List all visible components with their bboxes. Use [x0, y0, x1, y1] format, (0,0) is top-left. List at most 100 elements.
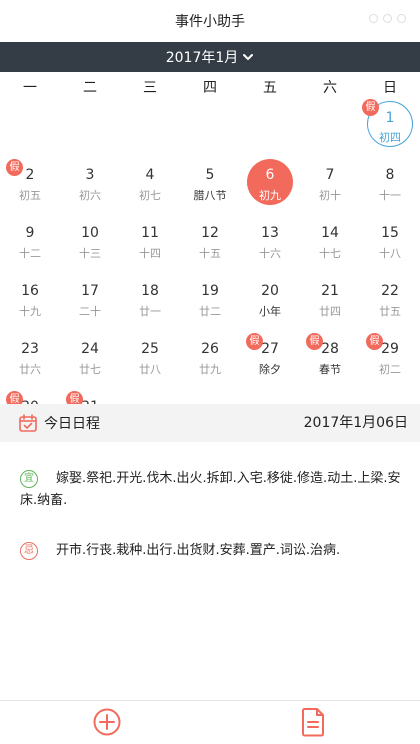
calendar-day-1[interactable]: 1 初四假 — [360, 99, 420, 159]
lunar-date: 除夕 — [259, 363, 281, 376]
calendar-day-29[interactable]: 29 初二假 — [360, 333, 420, 391]
calendar-week-row: 9 十二 10 十三 11 十四 12 十五 13 十六 14 十七 15 十八 — [0, 217, 420, 275]
day-number: 21 — [321, 283, 339, 299]
calendar-week-row: 2 初五假 3 初六 4 初七 5 腊八节 6 初九 7 初十 8 十一 — [0, 159, 420, 217]
weekday-label: 五 — [263, 80, 277, 96]
calendar-check-icon — [19, 414, 37, 432]
lunar-date: 廿九 — [199, 363, 221, 376]
lunar-date: 廿八 — [139, 363, 161, 376]
calendar-empty-cell — [180, 101, 240, 159]
calendar-day-15[interactable]: 15 十八 — [360, 217, 420, 275]
month-selector[interactable]: 2017年1月 — [0, 42, 420, 72]
calendar-day-10[interactable]: 10 十三 — [60, 217, 120, 275]
ji-badge: 忌 — [20, 542, 38, 560]
title-bar: 事件小助手 — [0, 0, 420, 42]
yi-badge: 宜 — [20, 470, 38, 488]
more-menu-icon[interactable] — [369, 14, 406, 23]
calendar-day-22[interactable]: 22 廿五 — [360, 275, 420, 333]
day-number: 24 — [81, 341, 99, 357]
schedule-label: 今日日程 — [44, 416, 100, 432]
weekday-label: 六 — [323, 80, 337, 96]
calendar-day-4[interactable]: 4 初七 — [120, 159, 180, 217]
calendar-day-13[interactable]: 13 十六 — [240, 217, 300, 275]
almanac-ji-row: 忌 开市.行丧.栽种.出行.出货财.安葬.置产.词讼.治病. — [20, 540, 408, 562]
calendar-day-11[interactable]: 11 十四 — [120, 217, 180, 275]
day-number: 25 — [141, 341, 159, 357]
weekday-header: 一 二 三 四 五 六 日 — [0, 72, 420, 104]
plus-circle-icon[interactable] — [92, 707, 122, 737]
lunar-date: 初九 — [259, 189, 281, 202]
day-number: 12 — [201, 225, 219, 241]
lunar-date: 廿一 — [139, 305, 161, 318]
almanac-yi-row: 宜 嫁娶.祭祀.开光.伐木.出火.拆卸.入宅.移徙.修造.动土.上梁.安床.纳畜… — [20, 468, 408, 512]
calendar-day-2[interactable]: 2 初五假 — [0, 159, 60, 217]
lunar-date: 廿五 — [379, 305, 401, 318]
calendar-day-20[interactable]: 20 小年 — [240, 275, 300, 333]
calendar-day-3[interactable]: 3 初六 — [60, 159, 120, 217]
month-label: 2017年1月 — [165, 50, 239, 66]
lunar-date: 初十 — [319, 189, 341, 202]
day-number: 26 — [201, 341, 219, 357]
lunar-date: 初七 — [139, 189, 161, 202]
calendar-empty-cell — [300, 101, 360, 159]
calendar-day-18[interactable]: 18 廿一 — [120, 275, 180, 333]
calendar-empty-cell — [120, 101, 180, 159]
weekday-label: 二 — [83, 80, 97, 96]
lunar-date: 十七 — [319, 247, 341, 260]
bottom-toolbar — [0, 700, 420, 744]
lunar-date: 十九 — [19, 305, 41, 318]
calendar-day-19[interactable]: 19 廿二 — [180, 275, 240, 333]
day-number: 13 — [261, 225, 279, 241]
calendar-week-row: 16 十九 17 二十 18 廿一 19 廿二 20 小年 21 廿四 22 廿五 — [0, 275, 420, 333]
lunar-date: 十五 — [199, 247, 221, 260]
ji-text: 开市.行丧.栽种.出行.出货财.安葬.置产.词讼.治病. — [56, 543, 341, 558]
day-number: 20 — [261, 283, 279, 299]
calendar-week-row: 1 初四假 — [0, 99, 420, 159]
lunar-date: 腊八节 — [193, 189, 227, 202]
calendar-day-23[interactable]: 23 廿六 — [0, 333, 60, 391]
chevron-down-icon — [243, 54, 254, 60]
holiday-badge: 假 — [306, 333, 323, 350]
lunar-date: 二十 — [79, 305, 101, 318]
day-number: 9 — [25, 225, 35, 241]
yi-text: 嫁娶.祭祀.开光.伐木.出火.拆卸.入宅.移徙.修造.动土.上梁.安床.纳畜. — [20, 471, 401, 508]
calendar-day-8[interactable]: 8 十一 — [360, 159, 420, 217]
calendar-day-24[interactable]: 24 廿七 — [60, 333, 120, 391]
lunar-date: 初四 — [379, 131, 401, 144]
day-number: 11 — [141, 225, 159, 241]
calendar-day-26[interactable]: 26 廿九 — [180, 333, 240, 391]
calendar-day-5[interactable]: 5 腊八节 — [180, 159, 240, 217]
lunar-date: 初六 — [79, 189, 101, 202]
calendar-day-9[interactable]: 9 十二 — [0, 217, 60, 275]
lunar-date: 十一 — [379, 189, 401, 202]
lunar-date: 十二 — [19, 247, 41, 260]
document-icon[interactable] — [299, 707, 327, 737]
day-number: 18 — [141, 283, 159, 299]
weekday-label: 一 — [23, 80, 37, 96]
calendar-day-28[interactable]: 28 春节假 — [300, 333, 360, 391]
calendar-day-7[interactable]: 7 初十 — [300, 159, 360, 217]
almanac-section: 宜 嫁娶.祭祀.开光.伐木.出火.拆卸.入宅.移徙.修造.动土.上梁.安床.纳畜… — [0, 468, 420, 590]
lunar-date: 小年 — [259, 305, 281, 318]
calendar-day-16[interactable]: 16 十九 — [0, 275, 60, 333]
calendar-day-14[interactable]: 14 十七 — [300, 217, 360, 275]
calendar-day-27[interactable]: 27 除夕假 — [240, 333, 300, 391]
calendar-day-25[interactable]: 25 廿八 — [120, 333, 180, 391]
calendar-day-21[interactable]: 21 廿四 — [300, 275, 360, 333]
day-number: 22 — [381, 283, 399, 299]
holiday-badge: 假 — [362, 99, 379, 116]
calendar-day-17[interactable]: 17 二十 — [60, 275, 120, 333]
holiday-badge: 假 — [366, 333, 383, 350]
day-number: 17 — [81, 283, 99, 299]
calendar-day-6[interactable]: 6 初九 — [240, 159, 300, 217]
lunar-date: 初二 — [379, 363, 401, 376]
calendar-empty-cell — [0, 101, 60, 159]
calendar-grid: 1 初四假 2 初五假 3 初六 4 初七 5 腊八节 6 初九 7 初十 8 十一 9 十二 10 十三 11 十四 12… — [0, 99, 420, 449]
lunar-date: 春节 — [319, 363, 341, 376]
app-title: 事件小助手 — [175, 14, 245, 30]
day-number: 8 — [385, 167, 395, 183]
weekday-label: 四 — [203, 80, 217, 96]
calendar-day-12[interactable]: 12 十五 — [180, 217, 240, 275]
day-number: 6 — [265, 167, 275, 183]
today-schedule-bar[interactable]: 今日日程 2017年1月06日 — [0, 404, 420, 442]
